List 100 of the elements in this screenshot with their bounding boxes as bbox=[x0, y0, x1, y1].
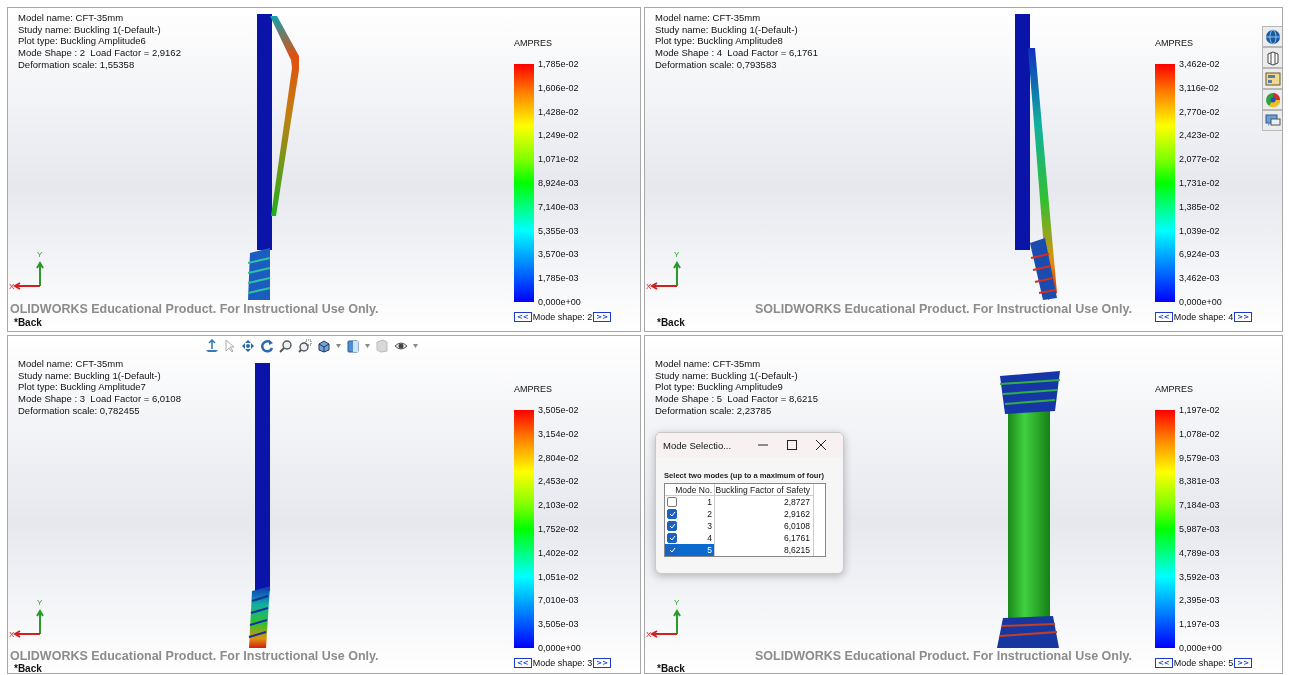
caret-icon[interactable] bbox=[413, 344, 418, 348]
legend-title: AMPRES bbox=[1155, 384, 1194, 394]
mode-cell[interactable]: 2 bbox=[665, 508, 715, 520]
plot-info-text: Model name: CFT-35mm bbox=[18, 12, 125, 24]
scale-value: 3,505e-03 bbox=[538, 618, 580, 631]
scale-value: 1,071e-02 bbox=[538, 153, 580, 166]
scale-value: 3,505e-02 bbox=[538, 404, 580, 416]
scale-value: 3,462e-02 bbox=[1179, 58, 1221, 70]
checkbox[interactable] bbox=[667, 533, 677, 543]
back-link[interactable]: *Back bbox=[14, 663, 42, 673]
scale-value: 2,423e-02 bbox=[1179, 129, 1221, 142]
scale-value: 1,785e-02 bbox=[538, 58, 580, 70]
chat-icon[interactable] bbox=[1262, 110, 1282, 131]
zoom-icon[interactable] bbox=[279, 339, 293, 353]
cube-icon[interactable] bbox=[317, 339, 331, 353]
scale-value: 1,197e-02 bbox=[1179, 404, 1221, 416]
zoom-area-icon[interactable] bbox=[298, 339, 312, 353]
checkbox[interactable] bbox=[667, 545, 677, 555]
scale-value: 1,385e-02 bbox=[1179, 200, 1221, 213]
axis-label: X bbox=[646, 282, 652, 291]
axis-label: Y bbox=[674, 250, 680, 259]
scale-value: 1,197e-03 bbox=[1179, 618, 1221, 631]
normal-to-icon[interactable] bbox=[205, 339, 219, 353]
eye-icon[interactable] bbox=[394, 339, 408, 353]
axis-triad-icon bbox=[649, 608, 683, 638]
plot-info-text: Deformation scale: 1,55358 bbox=[18, 58, 136, 71]
scale-value: 0,000e+00 bbox=[538, 641, 581, 654]
plot-info-text: Study name: Buckling 1(-Default-) bbox=[18, 369, 162, 382]
plot-info-text: Model name: CFT-35mm bbox=[655, 12, 762, 24]
mode-cell[interactable]: 5 bbox=[665, 544, 715, 556]
axis-label: X bbox=[9, 282, 15, 291]
scale-value: 3,592e-03 bbox=[1179, 570, 1221, 583]
back-link[interactable]: *Back bbox=[14, 317, 42, 328]
scale-value: 2,804e-02 bbox=[538, 451, 580, 464]
plot-info-text: Study name: Buckling 1(-Default-) bbox=[655, 369, 799, 382]
dialog-title: Mode Selectio... bbox=[663, 439, 733, 451]
plot-info-text: Mode Shape : 3 Load Factor = 6,0108 bbox=[18, 393, 181, 405]
maximize-icon[interactable] bbox=[787, 440, 797, 450]
scale-value: 1,428e-02 bbox=[538, 105, 580, 118]
scale-value: 7,010e-03 bbox=[538, 594, 580, 607]
scale-value: 1,606e-02 bbox=[538, 81, 580, 94]
axis-triad-icon bbox=[649, 260, 683, 290]
checkbox[interactable] bbox=[667, 509, 677, 519]
scale-value: 2,395e-03 bbox=[1179, 594, 1221, 607]
watermark-text: OLIDWORKS Educational Product. For Instructional Use Only. bbox=[10, 302, 379, 316]
axis-label: X bbox=[646, 630, 652, 639]
plot-info-text: Mode Shape : 5 Load Factor = 8,6215 bbox=[655, 393, 818, 405]
scale-value: 2,453e-02 bbox=[538, 475, 580, 488]
axis-label: Y bbox=[37, 598, 43, 607]
section-view-icon bbox=[375, 339, 389, 353]
plot-info-text: Model name: CFT-35mm bbox=[655, 358, 762, 370]
scale-value: 4,789e-03 bbox=[1179, 546, 1221, 559]
caret-icon[interactable] bbox=[336, 344, 341, 348]
scale-value: 5,355e-03 bbox=[538, 224, 580, 237]
plot-info-text: Mode Shape : 2 Load Factor = 2,9162 bbox=[18, 47, 181, 59]
scale-value: 9,579e-03 bbox=[1179, 451, 1221, 464]
mode-cell[interactable]: 1 bbox=[665, 496, 715, 508]
table-cell: 6,1761 bbox=[715, 532, 814, 544]
mode-shape-label: Mode shape: 3 bbox=[532, 658, 593, 668]
column-header[interactable]: Buckling Factor of Safety bbox=[715, 484, 814, 496]
scale-value: 5,987e-03 bbox=[1179, 523, 1221, 535]
back-link[interactable]: *Back bbox=[657, 663, 685, 673]
scale-value: 1,249e-02 bbox=[538, 129, 580, 142]
scale-value: 1,039e-02 bbox=[1179, 224, 1221, 237]
plot-info-text: Study name: Buckling 1(-Default-) bbox=[655, 23, 799, 36]
checkbox[interactable] bbox=[667, 521, 677, 531]
scale-value: 6,924e-03 bbox=[1179, 248, 1221, 261]
scale-value: 1,402e-02 bbox=[538, 546, 580, 559]
scale-value: 3,462e-03 bbox=[1179, 272, 1221, 285]
scale-value: 1,785e-03 bbox=[538, 272, 580, 285]
parts-icon[interactable] bbox=[1262, 47, 1282, 68]
mode-cell[interactable]: 3 bbox=[665, 520, 715, 532]
plot-info-text: Deformation scale: 0,782455 bbox=[18, 404, 141, 417]
axis-label: Y bbox=[37, 250, 43, 259]
caret-icon[interactable] bbox=[365, 344, 370, 348]
scale-value: 2,103e-02 bbox=[538, 499, 580, 512]
globe-icon[interactable] bbox=[1262, 26, 1282, 47]
legend-title: AMPRES bbox=[1155, 38, 1194, 48]
scale-value: 8,924e-03 bbox=[538, 177, 580, 189]
scale-value: 0,000e+00 bbox=[538, 295, 581, 308]
panel-icon[interactable] bbox=[1262, 68, 1282, 89]
plot-info-text: Study name: Buckling 1(-Default-) bbox=[18, 23, 162, 36]
column-header[interactable]: Mode No. bbox=[665, 484, 715, 496]
close-icon[interactable] bbox=[816, 440, 826, 450]
color-wheel-icon[interactable] bbox=[1262, 89, 1282, 110]
plot-info-text: Deformation scale: 0,793583 bbox=[655, 58, 778, 71]
box-icon[interactable] bbox=[346, 339, 360, 353]
scale-value: 1,078e-02 bbox=[1179, 427, 1221, 440]
plot-info-text: Mode Shape : 4 Load Factor = 6,1761 bbox=[655, 47, 818, 59]
rotate-icon[interactable] bbox=[260, 339, 274, 353]
pan-icon[interactable] bbox=[241, 339, 255, 353]
checkbox[interactable] bbox=[667, 497, 677, 507]
mode-shape-label: Mode shape: 5 bbox=[1173, 658, 1234, 668]
scale-value: 7,140e-03 bbox=[538, 200, 580, 213]
axis-label: X bbox=[9, 630, 15, 639]
scale-value: 2,770e-02 bbox=[1179, 105, 1221, 118]
plot-info-text: Deformation scale: 2,23785 bbox=[655, 404, 773, 417]
axis-triad-icon bbox=[12, 260, 46, 290]
plot-info-text: Plot type: Buckling Amplitude8 bbox=[655, 35, 784, 48]
back-link[interactable]: *Back bbox=[657, 317, 685, 328]
